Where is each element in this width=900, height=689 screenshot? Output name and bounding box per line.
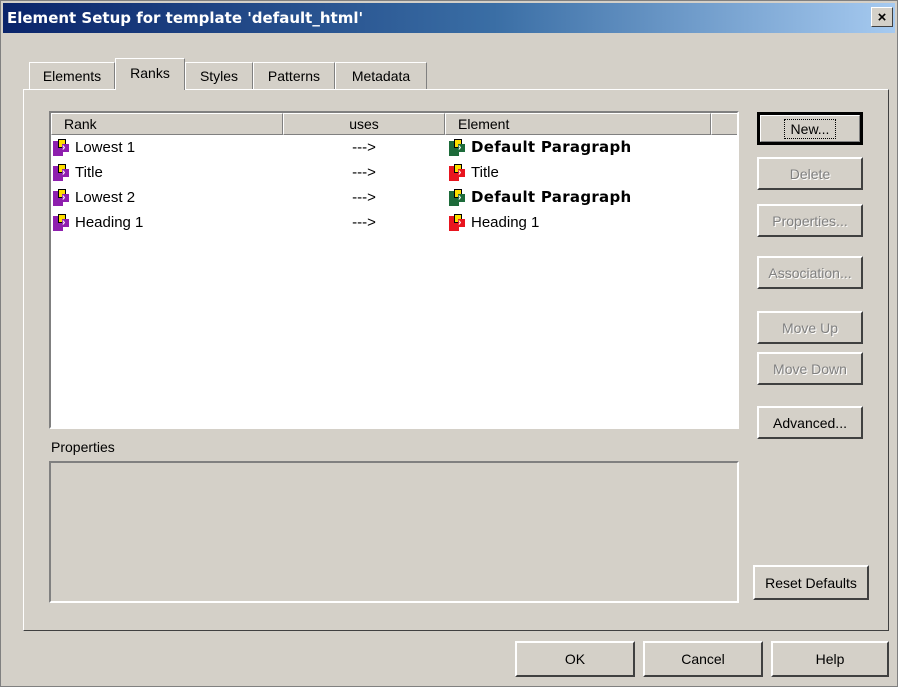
uses-cell: ---> [352,164,376,181]
column-header-rank[interactable]: Rank [51,113,283,135]
tab-label: Patterns [267,68,321,84]
table-row[interactable]: › Lowest 1 ---> › Default Paragraph [51,135,737,160]
column-header-uses[interactable]: uses [283,113,445,135]
table-row[interactable]: › Title ---> › Title [51,160,737,185]
window-title: Element Setup for template 'default_html… [7,9,364,27]
tab-label: Ranks [130,65,170,81]
rank-icon: › [53,189,69,206]
title-bar[interactable]: Element Setup for template 'default_html… [3,3,895,33]
ok-button-label: OK [564,651,586,667]
column-header-empty [711,113,737,135]
move-up-button[interactable]: Move Up [757,311,863,344]
table-row[interactable]: › Lowest 2 ---> › Default Paragraph [51,185,737,210]
move-down-button[interactable]: Move Down [757,352,863,385]
help-button[interactable]: Help [771,641,889,677]
close-button[interactable]: × [871,7,893,27]
advanced-button[interactable]: Advanced... [757,406,863,439]
reset-defaults-button[interactable]: Reset Defaults [753,565,869,600]
tab-elements[interactable]: Elements [29,62,115,90]
help-button-label: Help [815,651,845,667]
paragraph-element-icon: › [449,189,465,206]
heading-element-icon: › [449,164,465,181]
move-down-button-label: Move Down [773,360,847,377]
tab-metadata[interactable]: Metadata [335,62,427,90]
heading-element-icon: › [449,214,465,231]
properties-button-label: Properties... [772,212,848,229]
rank-icon: › [53,214,69,231]
uses-cell: ---> [352,139,376,156]
cancel-button-label: Cancel [681,651,725,667]
ranks-list[interactable]: Rank uses Element › Lowest 1 ---> › Default … [49,111,739,429]
properties-label: Properties [51,439,115,455]
properties-box [49,461,739,603]
ok-button[interactable]: OK [515,641,635,677]
tab-ranks[interactable]: Ranks [115,58,185,90]
rank-label: Lowest 2 [75,189,136,206]
reset-defaults-button-label: Reset Defaults [765,574,857,591]
cancel-button[interactable]: Cancel [643,641,763,677]
element-label: Default Paragraph [471,188,632,206]
rank-icon: › [53,164,69,181]
tab-label: Metadata [351,68,411,84]
rank-label: Title [75,164,103,181]
rank-label: Heading 1 [75,214,144,231]
uses-cell: ---> [352,214,376,231]
advanced-button-label: Advanced... [773,414,847,431]
rank-label: Lowest 1 [75,139,136,156]
close-icon: × [877,9,887,26]
delete-button[interactable]: Delete [757,157,863,190]
element-label: Title [471,164,499,181]
uses-cell: ---> [352,189,376,206]
association-button[interactable]: Association... [757,256,863,289]
paragraph-element-icon: › [449,139,465,156]
tab-patterns[interactable]: Patterns [253,62,335,90]
tab-label: Styles [199,68,239,84]
tab-styles[interactable]: Styles [185,62,253,90]
table-row[interactable]: › Heading 1 ---> › Heading 1 [51,210,737,235]
element-label: Heading 1 [471,214,540,231]
new-button-label: New... [783,118,837,139]
new-button[interactable]: New... [757,112,863,145]
properties-button[interactable]: Properties... [757,204,863,237]
association-button-label: Association... [768,264,852,281]
delete-button-label: Delete [789,165,831,182]
tab-label: Elements [42,68,102,84]
element-label: Default Paragraph [471,138,632,156]
element-setup-dialog: Element Setup for template 'default_html… [0,0,898,687]
move-up-button-label: Move Up [781,319,839,336]
rank-icon: › [53,139,69,156]
column-header-element[interactable]: Element [445,113,711,135]
